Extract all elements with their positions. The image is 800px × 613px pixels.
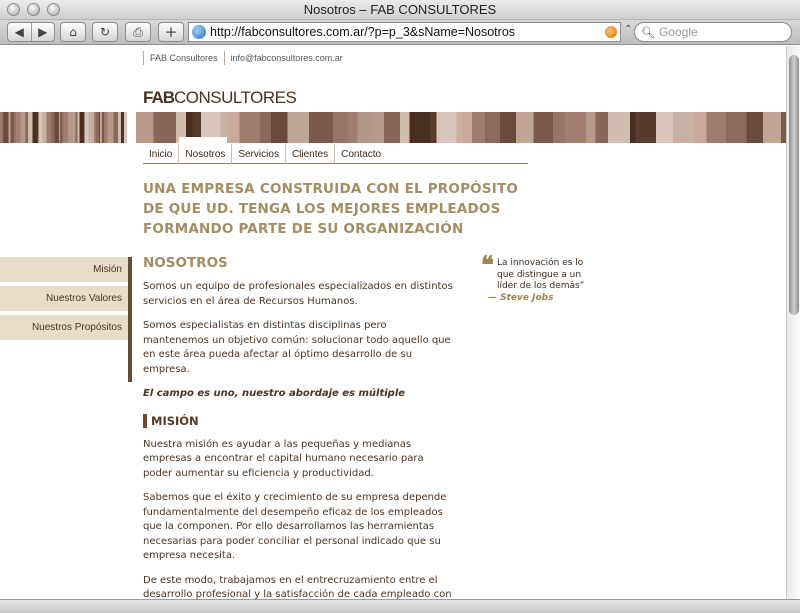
rss-icon[interactable] [605, 26, 617, 38]
nav-item-inicio[interactable]: Inicio [143, 144, 178, 164]
scroll-thumb[interactable] [789, 55, 799, 315]
search-placeholder: Google [658, 25, 698, 39]
active-tab-marker [179, 137, 227, 143]
reload-icon: ↻ [99, 25, 111, 39]
divider [223, 51, 225, 65]
paragraph: Somos especialistas en distintas discipl… [143, 320, 451, 375]
search-icon[interactable]: 🔍︎ [641, 26, 655, 39]
top-link-company[interactable]: FAB Consultores [150, 53, 218, 63]
address-bar[interactable]: http://fabconsultores.com.ar/?p=p_3&sNam… [188, 22, 621, 42]
quote-text: La innovación es lo que distingue a un l… [497, 258, 585, 291]
paragraph: Nuestra misión es ayudar a las pequeñas … [143, 438, 424, 479]
nav-item-clientes[interactable]: Clientes [284, 144, 334, 164]
print-button[interactable]: ⎙ [125, 22, 151, 42]
sidebar-item-mision[interactable]: Misión [0, 257, 128, 282]
banner-image [136, 112, 786, 143]
sidebar: Misión Nuestros Valores Nuestros Propósi… [0, 257, 132, 382]
back-forward-buttons: ◀ ▶ [7, 22, 55, 42]
globe-icon [192, 25, 206, 39]
top-links: FAB Consultores info@fabconsultores.com.… [143, 51, 343, 65]
nav-item-nosotros[interactable]: Nosotros [178, 144, 231, 164]
window-titlebar: Nosotros – FAB CONSULTORES [0, 0, 800, 20]
nav-item-contacto[interactable]: Contacto [334, 144, 387, 164]
quote-mark-icon: ❝ [481, 250, 494, 279]
nav-item-servicios[interactable]: Servicios [231, 144, 285, 164]
paragraph: De este modo, trabajamos en el entrecruz… [143, 574, 452, 600]
status-bar [0, 599, 800, 613]
section-title: NOSOTROS [143, 255, 228, 271]
divider [143, 51, 144, 65]
print-icon: ⎙ [133, 24, 143, 39]
paragraph: Sabemos que el éxito y crecimiento de su… [143, 492, 447, 561]
reload-button[interactable]: ↻ [92, 22, 118, 42]
back-arrow-icon[interactable]: ◀ [8, 25, 31, 39]
sidebar-item-propositos[interactable]: Nuestros Propósitos [0, 315, 128, 340]
browser-toolbar: ◀ ▶ ⌂ ↻ ⎙ + http://fabconsultores.com.ar… [0, 20, 800, 45]
banner-left [0, 112, 127, 143]
mision-heading: MISIÓN [143, 413, 453, 428]
url-text[interactable]: http://fabconsultores.com.ar/?p=p_3&sNam… [210, 25, 515, 39]
paragraph: Somos un equipo de profesionales especia… [143, 281, 453, 307]
tagline: El campo es uno, nuestro abordaje es múl… [143, 388, 406, 399]
home-icon: ⌂ [69, 25, 77, 39]
window-title: Nosotros – FAB CONSULTORES [303, 2, 497, 17]
quote-author: — Steve Jobs [488, 292, 554, 303]
sidebar-accent-bar [128, 257, 132, 382]
search-field[interactable]: 🔍︎ Google [634, 22, 792, 42]
main-content: NOSOTROS Somos un equipo de profesionale… [143, 254, 453, 599]
page-headline: UNA EMPRESA CONSTRUIDA CON EL PROPÓSITO … [143, 181, 519, 237]
quote-box: ❝ La innovación es lo que distingue a un… [481, 250, 601, 304]
logo-bold: FAB [143, 88, 175, 107]
top-link-email[interactable]: info@fabconsultores.com.ar [231, 53, 343, 63]
site-logo[interactable]: FABCONSULTORES [143, 88, 297, 108]
vertical-scrollbar[interactable] [786, 46, 800, 599]
plus-icon: + [164, 23, 178, 41]
home-button[interactable]: ⌂ [60, 22, 86, 42]
sidebar-item-valores[interactable]: Nuestros Valores [0, 286, 128, 311]
main-nav: Inicio Nosotros Servicios Clientes Conta… [143, 144, 528, 164]
url-dropdown-icon[interactable]: ⌃ [624, 24, 632, 35]
add-bookmark-button[interactable]: + [158, 22, 184, 42]
forward-arrow-icon[interactable]: ▶ [31, 25, 54, 39]
page-viewport: FAB Consultores info@fabconsultores.com.… [0, 46, 786, 599]
logo-rest: CONSULTORES [174, 88, 297, 107]
